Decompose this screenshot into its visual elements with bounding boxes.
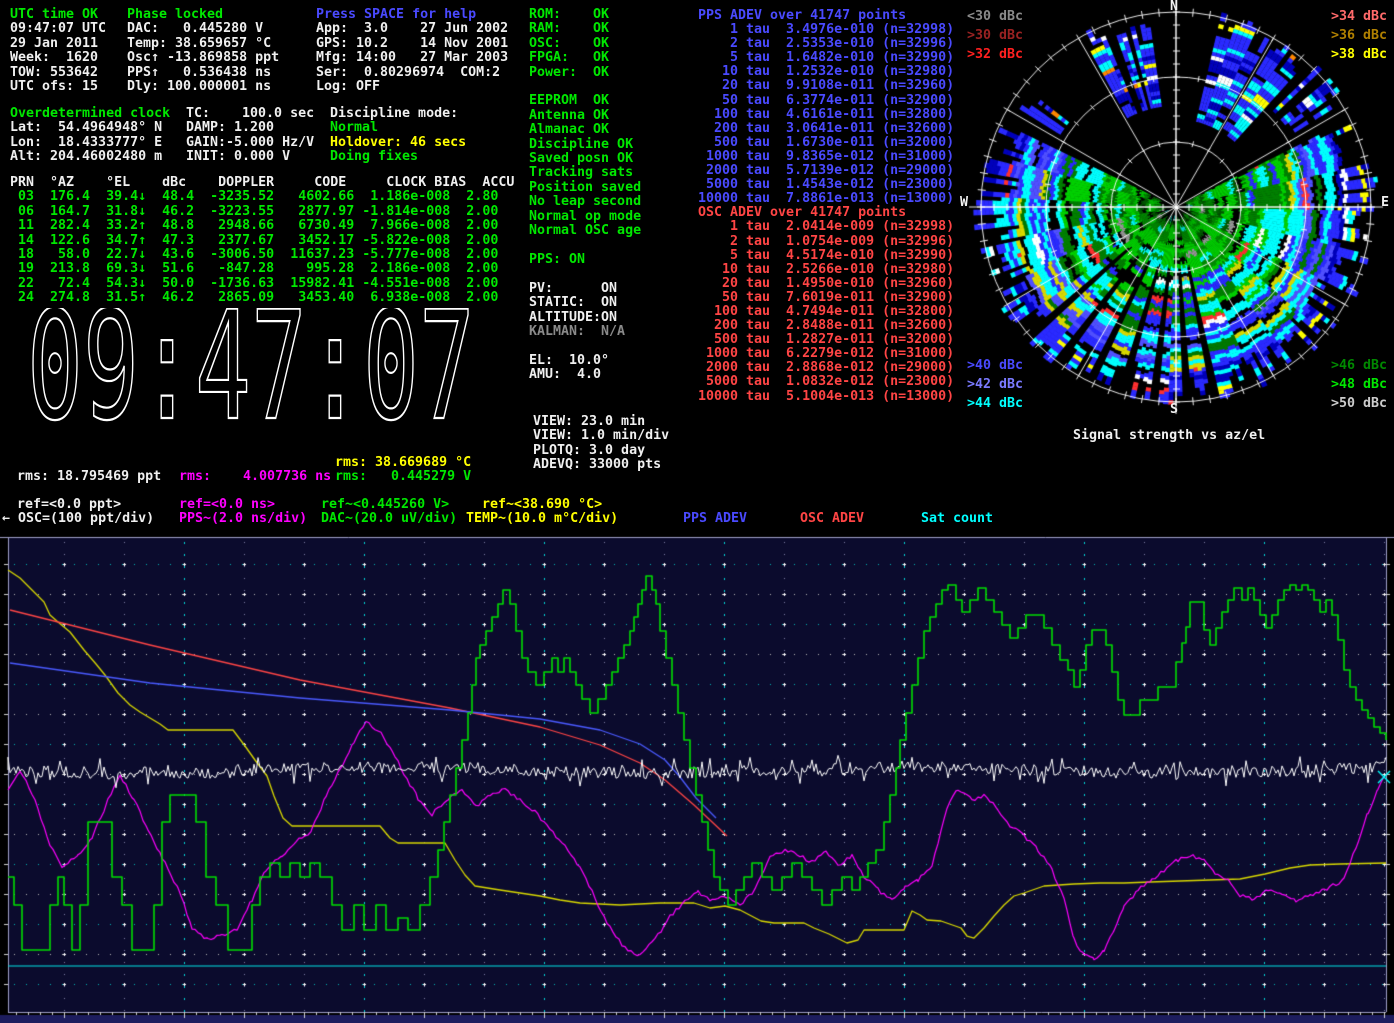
rms-pps-readout: rms: 4.007736 ns [179,470,331,484]
loop-params-block: TC: 100.0 secDAMP: 1.200GAIN:-5.000 Hz/V… [186,107,314,165]
compass-west-label: W [960,196,968,210]
dbc-legend-ne: >34 dBc>36 dBc>38 dBc [1331,7,1387,64]
position-block: Overdetermined clockLat: 54.4964948° NLo… [10,107,170,165]
adev-tables: PPS ADEV over 41747 points 1 tau 3.4976e… [698,9,954,404]
big-digital-clock: 09:47:07 [24,308,494,433]
satellite-table: PRN °AZ °EL dBc DOPPLER CODE CLOCK BIAS … [10,176,514,306]
osc-scale-label: ← OSC=(100 ppt/div) [2,512,154,526]
compass-south-label: S [1170,403,1178,417]
rms-dac-readout: rms: 0.445279 V [335,470,471,484]
big-clock-digits: 09:47:07 [27,308,475,433]
compass-east-label: E [1381,196,1389,210]
pps-adev-legend-label: PPS ADEV [683,512,747,526]
sat-count-legend-label: Sat count [921,512,993,526]
dbc-legend-nw: <30 dBc>30 dBc>32 dBc [967,7,1023,64]
polar-plot-caption: Signal strength vs az/el [1073,429,1265,443]
oscillator-state-block: Phase lockedDAC: 0.445280 VTemp: 38.6596… [127,8,279,94]
receiver-status-block: ROM: OKRAM: OKOSC: OKFPGA: OKPower: OK E… [529,8,641,383]
dbc-legend-sw: >40 dBc>42 dBc>44 dBc [967,356,1023,413]
temp-scale-label: TEMP~(10.0 m°C/div) [466,512,618,526]
dbc-legend-se: >46 dBc>48 dBc>50 dBc [1331,356,1387,413]
discipline-mode-block: Discipline mode:NormalHoldover: 46 secsD… [330,107,466,165]
help-version-block: Press SPACE for helpApp: 3.0 27 Jun 2002… [316,8,508,94]
view-settings-block: VIEW: 23.0 minVIEW: 1.0 min/divPLOTQ: 3.… [533,415,669,473]
dac-scale-label: DAC~(20.0 uV/div) [321,512,457,526]
rms-osc-readout: rms: 18.795469 ppt [17,470,161,484]
compass-north-label: N [1170,0,1178,14]
osc-adev-legend-label: OSC ADEV [800,512,864,526]
pps-scale-label: PPS~(2.0 ns/div) [179,512,307,526]
utc-time-block: UTC time OK09:47:07 UTC29 Jan 2011Week: … [10,8,106,94]
